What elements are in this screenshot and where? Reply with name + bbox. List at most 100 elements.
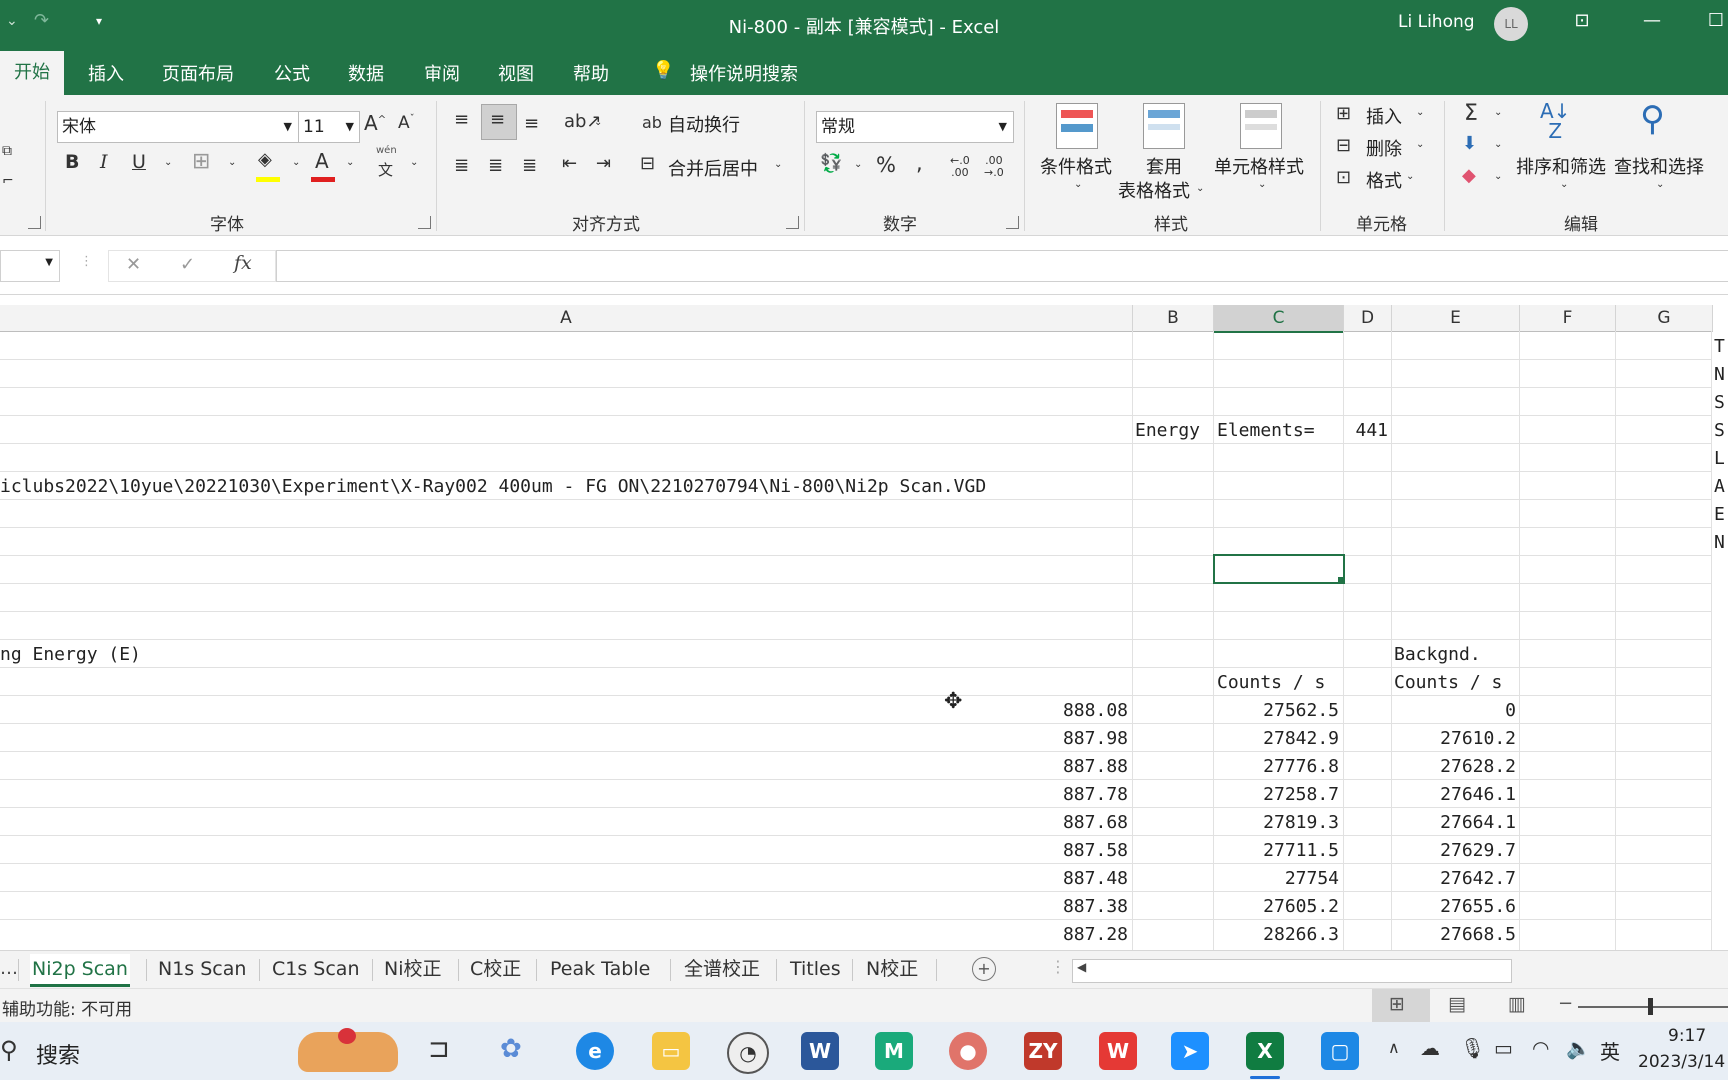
microphone-icon[interactable]: 🎙 xyxy=(1460,1036,1485,1060)
tab-page-layout[interactable]: 页面布局 xyxy=(162,60,234,86)
ribbon-display-icon[interactable]: ⊡ xyxy=(1570,10,1594,36)
cell-styles-button[interactable]: 单元格样式 xyxy=(1214,153,1304,179)
fill-color-icon[interactable]: ◈ xyxy=(258,149,272,170)
tab-data[interactable]: 数据 xyxy=(348,60,384,86)
clipboard-launcher-icon[interactable] xyxy=(28,216,41,229)
chevron-down-icon[interactable]: ⌄ xyxy=(1560,179,1568,190)
tab-help[interactable]: 帮助 xyxy=(573,60,609,86)
italic-button[interactable]: I xyxy=(100,151,108,173)
find-select-button[interactable]: 查找和选择 xyxy=(1614,153,1704,179)
pinned-app-icon[interactable]: ✿ xyxy=(500,1034,522,1064)
sheet-tab-n1s-scan[interactable]: N1s Scan xyxy=(156,954,248,984)
font-size-select[interactable]: 11 ▼ xyxy=(298,111,360,143)
number-format-select[interactable]: 常规 ▼ xyxy=(816,111,1014,143)
column-header-f[interactable]: F xyxy=(1520,305,1616,332)
name-box[interactable]: ▼ xyxy=(0,250,60,282)
format-as-table-button[interactable]: 表格格式 xyxy=(1118,177,1190,203)
sheet-tab-c1s-scan[interactable]: C1s Scan xyxy=(270,954,362,984)
chevron-down-icon[interactable]: ⌄ xyxy=(594,117,602,128)
sheet-tab-ni2p-scan[interactable]: Ni2p Scan xyxy=(30,954,130,987)
minimize-icon[interactable]: — xyxy=(1640,10,1664,36)
splitter-icon[interactable]: ⋮ xyxy=(1050,957,1066,976)
copy-icon[interactable]: ⧉ xyxy=(2,143,12,159)
tab-formulas[interactable]: 公式 xyxy=(274,60,310,86)
autosum-icon[interactable]: Σ xyxy=(1464,101,1478,126)
align-right-icon[interactable]: ≣ xyxy=(522,155,537,176)
avatar[interactable]: LL xyxy=(1494,7,1528,41)
decrease-indent-icon[interactable]: ⇤ xyxy=(562,153,577,174)
page-layout-view-icon[interactable]: ▤ xyxy=(1448,993,1466,1015)
chevron-down-icon[interactable]: ⌄ xyxy=(1416,107,1424,118)
cancel-icon[interactable]: ✕ xyxy=(126,254,141,275)
volume-icon[interactable]: 🔈 xyxy=(1566,1036,1591,1060)
alignment-launcher-icon[interactable] xyxy=(786,216,799,229)
font-color-icon[interactable]: A xyxy=(315,149,329,173)
shrink-font-icon[interactable]: Aˇ xyxy=(398,113,415,133)
sheet-tab-titles[interactable]: Titles xyxy=(788,954,843,984)
taskbar-date[interactable]: 2023/3/14 xyxy=(1638,1052,1725,1072)
ime-indicator[interactable]: 英 xyxy=(1600,1036,1620,1065)
align-top-icon[interactable]: ≡ xyxy=(454,109,469,130)
chevron-down-icon[interactable]: ⌄ xyxy=(346,157,354,168)
selected-cell[interactable] xyxy=(1213,554,1345,584)
chevron-down-icon[interactable]: ⌄ xyxy=(1258,179,1266,190)
chevron-down-icon[interactable]: ⌄ xyxy=(1494,171,1502,182)
scroll-left-icon[interactable]: ◀ xyxy=(1077,960,1086,974)
chevron-down-icon[interactable]: ⌄ xyxy=(1196,183,1204,194)
chevron-down-icon[interactable]: ⌄ xyxy=(228,157,236,168)
page-break-view-icon[interactable]: ▥ xyxy=(1508,993,1526,1015)
video-app-icon[interactable]: ▢ xyxy=(1321,1032,1359,1070)
chevron-down-icon[interactable]: ⌄ xyxy=(854,159,862,170)
format-cells-icon[interactable]: ⊡ xyxy=(1336,167,1351,188)
chevron-down-icon[interactable]: ⌄ xyxy=(1074,179,1082,190)
mindmap-app-icon[interactable]: M xyxy=(875,1032,913,1070)
grow-font-icon[interactable]: A^ xyxy=(364,111,386,135)
sheet-tab-peak-table[interactable]: Peak Table xyxy=(548,954,652,984)
clock-app-icon[interactable]: ◔ xyxy=(727,1032,769,1074)
pie-widget-icon[interactable] xyxy=(298,1028,398,1072)
tab-insert[interactable]: 插入 xyxy=(88,60,124,86)
column-header-a[interactable]: A xyxy=(0,305,1133,332)
taskbar-search[interactable]: 搜索 xyxy=(36,1038,80,1070)
wrap-text-button[interactable]: 自动换行 xyxy=(668,111,740,137)
maximize-icon[interactable]: ☐ xyxy=(1704,10,1728,36)
chevron-down-icon[interactable]: ⌄ xyxy=(1656,179,1664,190)
battery-icon[interactable]: ▭ xyxy=(1494,1036,1513,1060)
chevron-down-icon[interactable]: ⌄ xyxy=(410,157,418,168)
pinned-app-2-icon[interactable]: ● xyxy=(949,1032,987,1070)
word-icon[interactable]: W xyxy=(801,1032,839,1070)
insert-function-icon[interactable]: fx xyxy=(234,252,252,274)
clear-icon[interactable]: ◆ xyxy=(1462,165,1476,186)
increase-indent-icon[interactable]: ⇥ xyxy=(596,153,611,174)
fill-handle[interactable] xyxy=(1338,577,1344,583)
formula-input[interactable] xyxy=(276,250,1728,282)
column-header-g[interactable]: G xyxy=(1616,305,1713,332)
accounting-format-icon[interactable]: 💱 xyxy=(820,153,842,174)
taskbar-time[interactable]: 9:17 xyxy=(1668,1026,1706,1046)
column-header-d[interactable]: D xyxy=(1344,305,1392,332)
insert-button[interactable]: 插入 xyxy=(1366,103,1402,129)
merge-center-icon[interactable]: ⊟ xyxy=(640,153,655,174)
chevron-down-icon[interactable]: ⌄ xyxy=(774,159,782,170)
conditional-format-button[interactable]: 条件格式 xyxy=(1040,153,1112,179)
tab-home[interactable]: 开始 xyxy=(0,51,64,95)
zoom-slider-thumb[interactable] xyxy=(1648,998,1653,1015)
delete-cells-icon[interactable]: ⊟ xyxy=(1336,135,1351,156)
sheet-tab-ni-correction[interactable]: Ni校正 xyxy=(382,954,444,984)
font-name-select[interactable]: 宋体 ▼ xyxy=(57,111,299,143)
increase-decimal-icon[interactable]: ←.0.00 xyxy=(950,155,970,179)
wifi-icon[interactable]: ◠ xyxy=(1532,1036,1549,1060)
comma-style-icon[interactable]: , xyxy=(916,151,923,175)
percent-icon[interactable]: % xyxy=(876,153,896,177)
chevron-down-icon[interactable]: ⌄ xyxy=(1406,171,1414,182)
tab-view[interactable]: 视图 xyxy=(498,60,534,86)
align-left-icon[interactable]: ≣ xyxy=(454,155,469,176)
chevron-up-icon[interactable]: ∧ xyxy=(1388,1038,1400,1057)
column-header-b[interactable]: B xyxy=(1133,305,1214,332)
zoom-slider[interactable] xyxy=(1578,1006,1728,1008)
zoom-out-icon[interactable]: − xyxy=(1558,993,1573,1014)
more-sheets-icon[interactable]: … xyxy=(0,958,18,979)
chevron-down-icon[interactable]: ⌄ xyxy=(1416,139,1424,150)
enter-icon[interactable]: ✓ xyxy=(180,254,195,275)
chevron-down-icon[interactable]: ⌄ xyxy=(292,157,300,168)
